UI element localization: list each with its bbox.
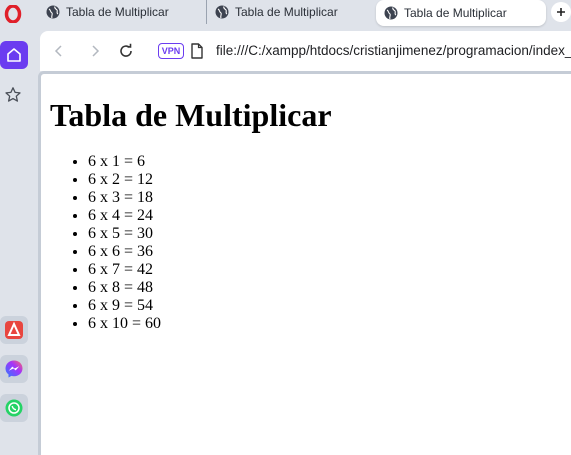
tab-bar: Tabla de Multiplicar Tabla de Multiplica…	[38, 0, 571, 30]
list-item: 6 x 6 = 36	[88, 243, 161, 261]
tab-3-active[interactable]: Tabla de Multiplicar	[376, 0, 546, 26]
list-item: 6 x 2 = 12	[88, 171, 161, 189]
home-button[interactable]	[0, 41, 28, 69]
forward-icon[interactable]	[87, 43, 103, 59]
globe-icon	[384, 6, 398, 20]
aria-button[interactable]	[0, 316, 28, 344]
plus-icon	[557, 8, 565, 16]
globe-icon	[215, 5, 229, 19]
list-item: 6 x 5 = 30	[88, 225, 161, 243]
back-icon[interactable]	[51, 43, 67, 59]
star-icon[interactable]	[2, 84, 24, 106]
globe-icon	[46, 5, 60, 19]
tab-2-label: Tabla de Multiplicar	[235, 5, 338, 19]
vpn-badge[interactable]: VPN	[158, 43, 184, 59]
messenger-icon	[5, 360, 23, 378]
list-item: 6 x 9 = 54	[88, 297, 161, 315]
tab-3-label: Tabla de Multiplicar	[404, 6, 507, 20]
list-item: 6 x 3 = 18	[88, 189, 161, 207]
tab-1-label: Tabla de Multiplicar	[66, 5, 169, 19]
list-item: 6 x 10 = 60	[88, 315, 161, 333]
list-item: 6 x 1 = 6	[88, 153, 161, 171]
whatsapp-icon	[5, 399, 23, 417]
list-item: 6 x 4 = 24	[88, 207, 161, 225]
url-field[interactable]: file:///C:/xampp/htdocs/cristianjimenez/…	[216, 43, 571, 58]
opera-logo-icon[interactable]	[3, 4, 23, 24]
messenger-button[interactable]	[0, 355, 28, 383]
list-item: 6 x 8 = 48	[88, 279, 161, 297]
tab-2[interactable]: Tabla de Multiplicar	[206, 0, 374, 24]
sidebar	[0, 0, 38, 455]
page-content: Tabla de Multiplicar 6 x 1 = 6 6 x 2 = 1…	[38, 71, 571, 455]
reload-icon[interactable]	[118, 43, 134, 59]
aria-icon	[5, 321, 23, 339]
whatsapp-button[interactable]	[0, 394, 28, 422]
page-icon[interactable]	[190, 43, 204, 59]
address-toolbar: VPN file:///C:/xampp/htdocs/cristianjime…	[40, 31, 571, 71]
page-title: Tabla de Multiplicar	[50, 97, 332, 133]
home-icon	[7, 48, 21, 62]
new-tab-button[interactable]	[551, 2, 571, 22]
multiplication-list: 6 x 1 = 6 6 x 2 = 12 6 x 3 = 18 6 x 4 = …	[88, 153, 161, 333]
list-item: 6 x 7 = 42	[88, 261, 161, 279]
tab-1[interactable]: Tabla de Multiplicar	[38, 0, 204, 24]
